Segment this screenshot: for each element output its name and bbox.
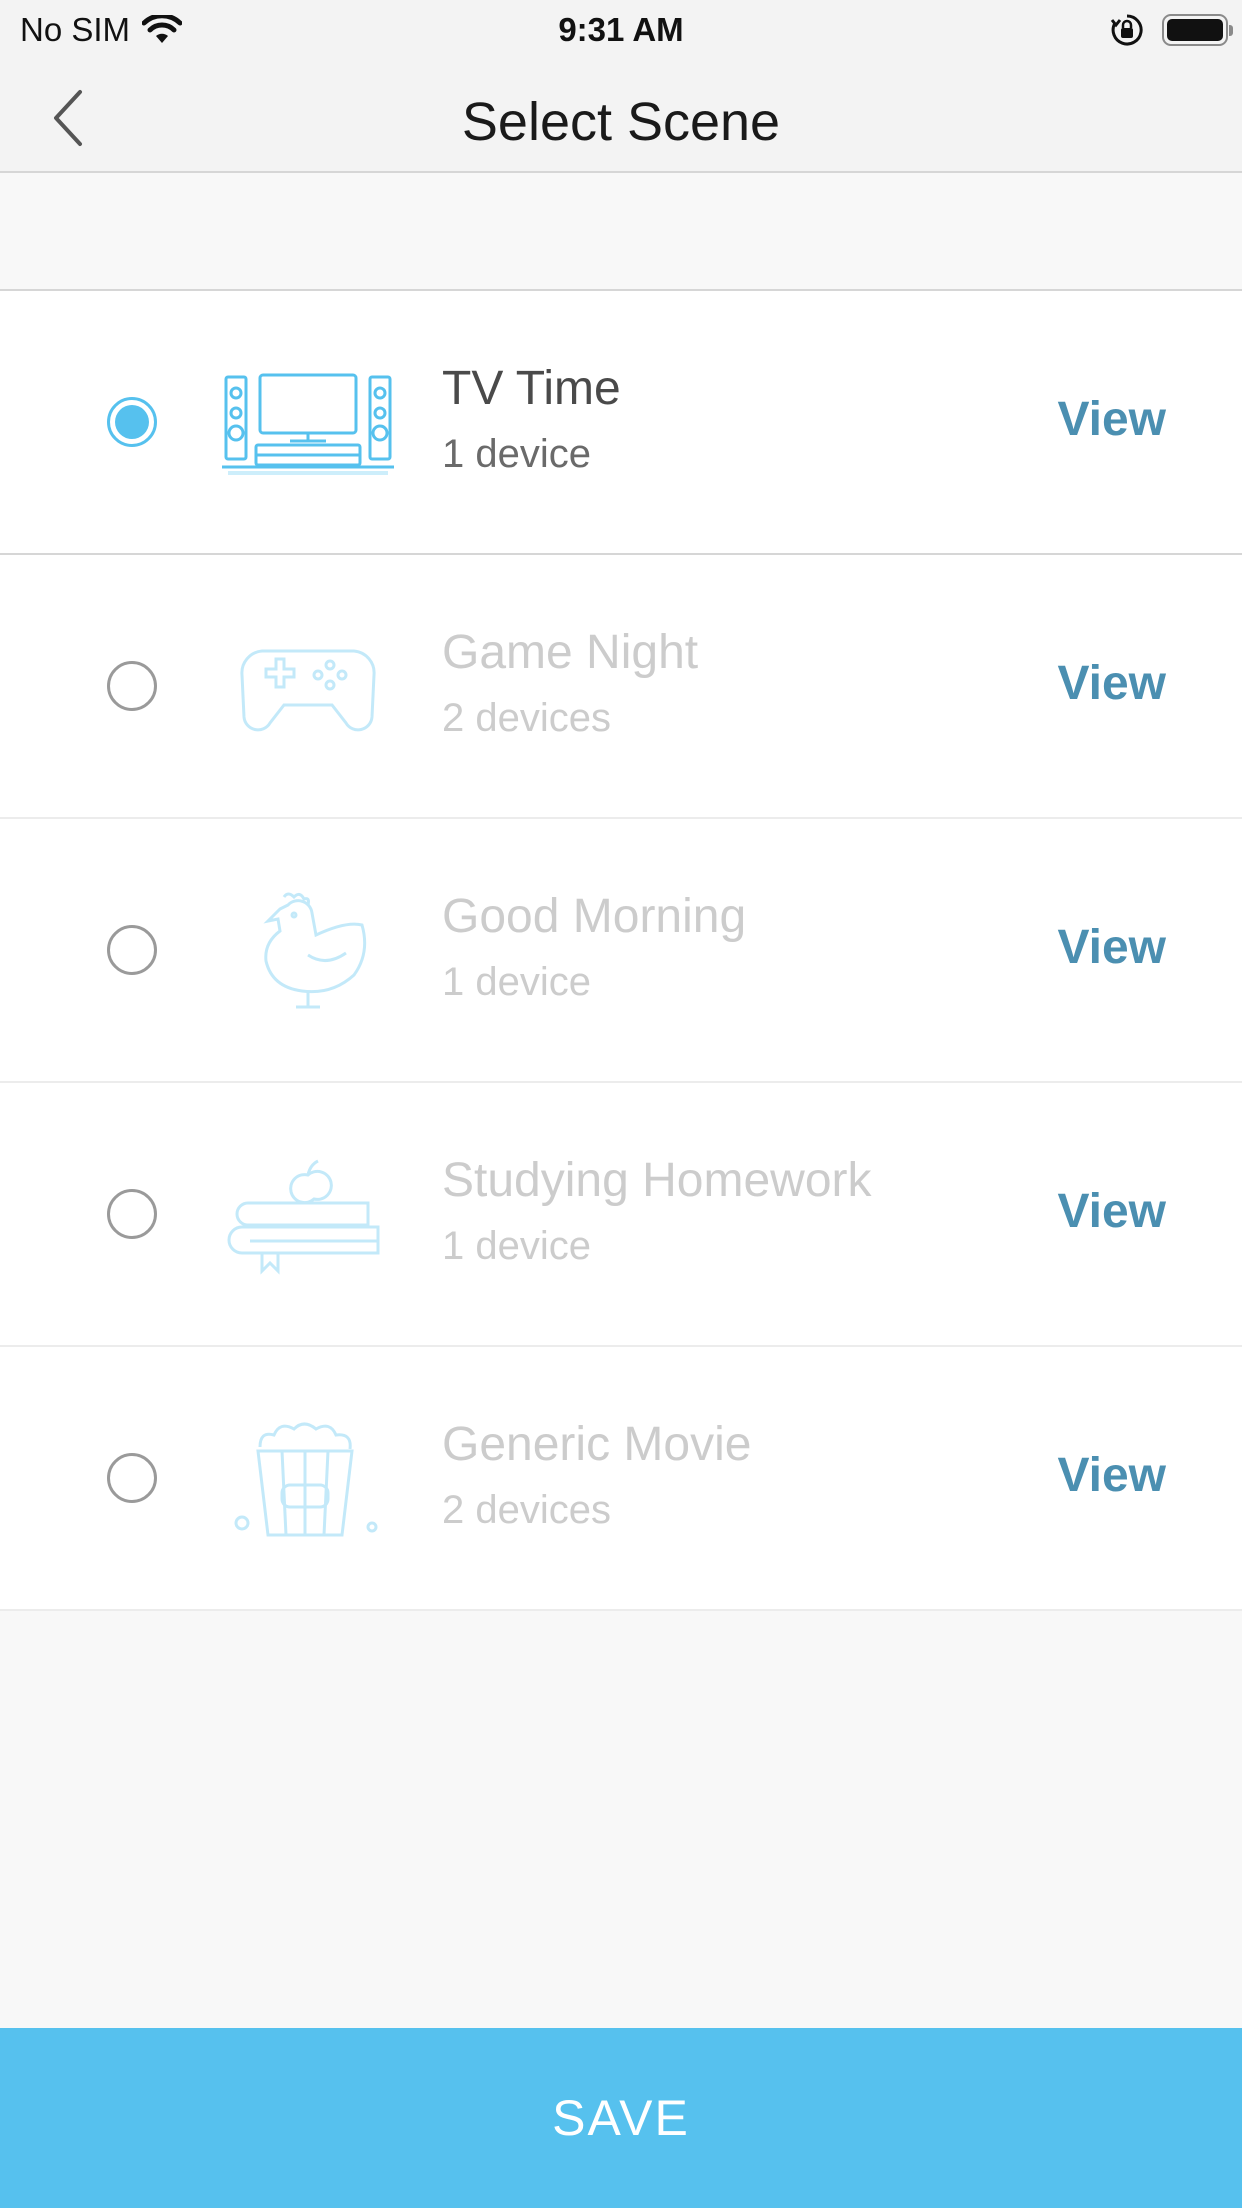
scene-device-count: 2 devices [442, 1488, 611, 1532]
page-title: Select Scene [461, 92, 781, 152]
status-time: 9:31 AM [558, 11, 684, 48]
scene-name: Studying Homework [442, 1154, 872, 1207]
view-button[interactable]: View [1057, 649, 1166, 719]
radio-button[interactable] [107, 1189, 157, 1239]
scene-name: Game Night [442, 626, 699, 679]
scene-text: Good Morning 1 device [442, 887, 746, 1009]
scene-row-game-night[interactable]: Game Night 2 devices View [0, 555, 1242, 819]
scene-text: Generic Movie 2 devices [442, 1415, 751, 1537]
popcorn-icon [234, 1422, 378, 1537]
radio-button[interactable] [107, 1453, 157, 1503]
books-apple-icon [227, 1159, 380, 1275]
view-button[interactable]: View [1057, 1441, 1166, 1511]
nav-bar: Select Scene [0, 60, 1242, 173]
scene-device-count: 1 device [442, 960, 591, 1004]
scene-name: TV Time [442, 362, 621, 415]
view-button[interactable]: View [1057, 385, 1166, 455]
scene-row-tv-time[interactable]: TV Time 1 device View [0, 291, 1242, 555]
spacer [0, 173, 1242, 291]
tv-icon [222, 373, 394, 475]
radio-button[interactable] [107, 661, 157, 711]
scene-name: Good Morning [442, 890, 747, 943]
radio-button[interactable] [107, 925, 157, 975]
scene-name: Generic Movie [442, 1418, 752, 1471]
radio-button-selected[interactable] [107, 397, 157, 447]
save-button[interactable]: SAVE [0, 2028, 1242, 2208]
status-right [1110, 12, 1233, 48]
scene-device-count: 1 device [442, 432, 591, 476]
scene-list: TV Time 1 device View Game Night 2 devic… [0, 291, 1242, 1611]
view-button[interactable]: View [1057, 913, 1166, 983]
scene-row-good-morning[interactable]: Good Morning 1 device View [0, 819, 1242, 1083]
rotation-lock-icon [1110, 14, 1143, 46]
scene-row-studying-homework[interactable]: Studying Homework 1 device View [0, 1083, 1242, 1347]
status-bar: No SIM 9:31 AM [0, 0, 1242, 60]
scene-text: Studying Homework 1 device [442, 1151, 872, 1273]
rooster-icon [263, 892, 367, 1009]
scene-text: Game Night 2 devices [442, 623, 698, 745]
scene-device-count: 1 device [442, 1224, 591, 1268]
view-button[interactable]: View [1057, 1177, 1166, 1247]
scene-device-count: 2 devices [442, 696, 611, 740]
scene-text: TV Time 1 device [442, 359, 621, 481]
battery-icon [1162, 14, 1233, 46]
scene-row-generic-movie[interactable]: Generic Movie 2 devices View [0, 1347, 1242, 1611]
gamepad-icon [240, 649, 376, 732]
